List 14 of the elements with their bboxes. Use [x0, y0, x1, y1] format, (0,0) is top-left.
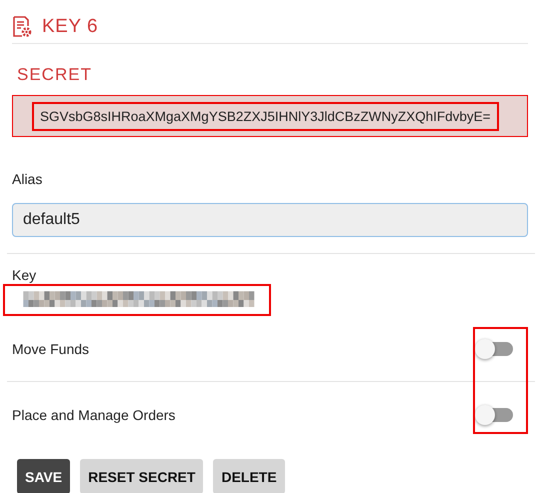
page-title: KEY 6: [42, 16, 98, 38]
toggle-switch[interactable]: [477, 342, 513, 356]
alias-field[interactable]: default5: [12, 203, 528, 237]
permission-label: Place and Manage Orders: [12, 406, 176, 422]
permission-label: Move Funds: [12, 340, 90, 356]
field-label: Alias: [12, 171, 42, 187]
action-button[interactable]: DELETE: [213, 459, 285, 493]
settings-document-icon: [12, 16, 32, 38]
section-title: SECRET: [17, 65, 92, 84]
action-button[interactable]: RESET SECRET: [80, 459, 204, 493]
field-label: Key: [12, 267, 36, 283]
action-button[interactable]: SAVE: [17, 459, 70, 493]
toggle-switch[interactable]: [477, 408, 513, 422]
secret-value: SGVsbG8sIHRoaXMgaXMgYSB2ZXJ5IHNlY3JldCBzZWNyZXQhIFdvbyE=: [32, 102, 499, 130]
